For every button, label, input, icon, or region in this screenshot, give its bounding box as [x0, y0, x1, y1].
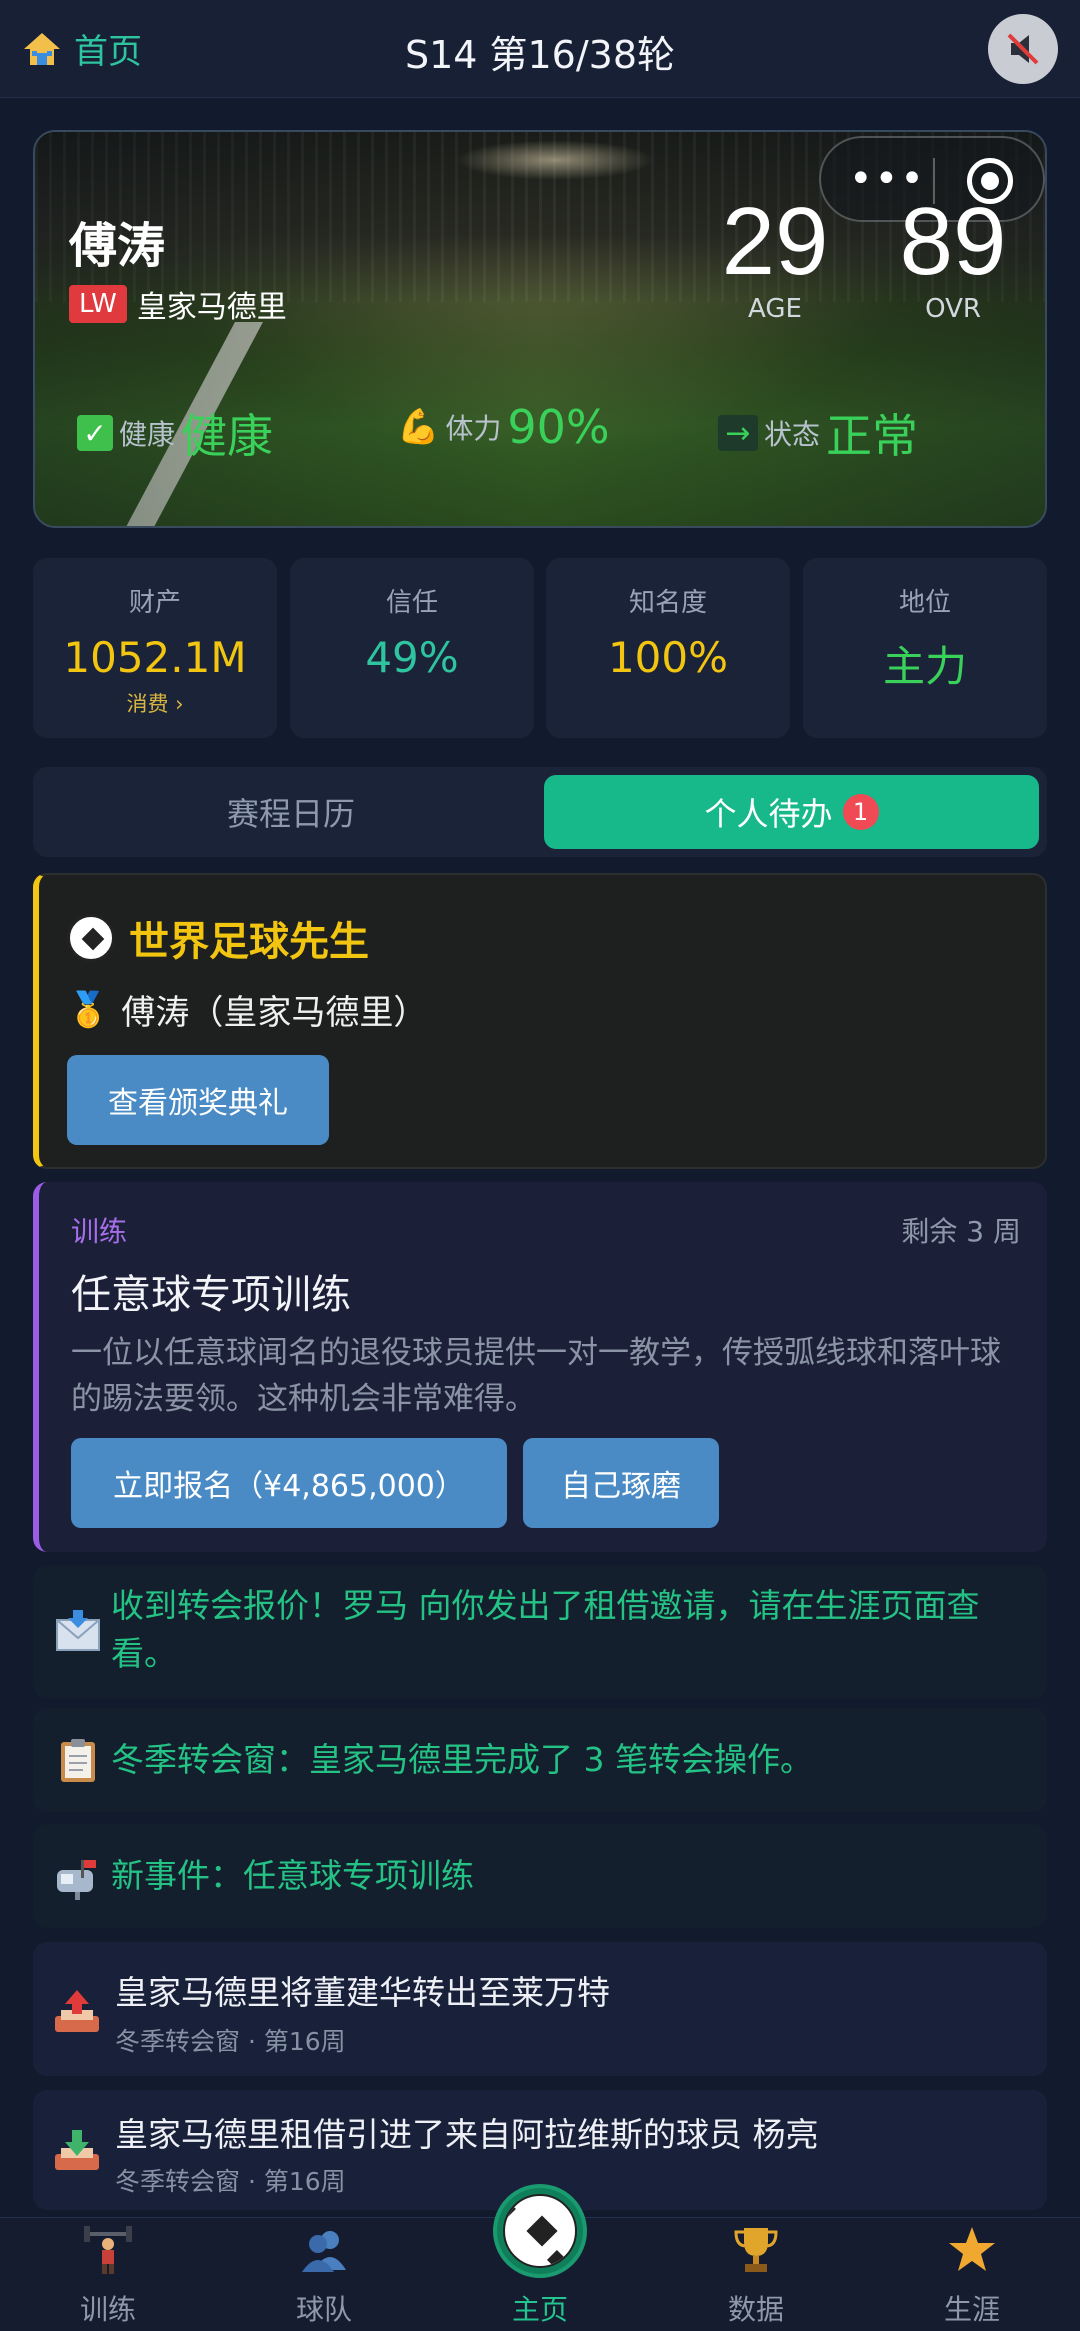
nav-label: 主页	[511, 2293, 568, 2326]
nav-item-data[interactable]: 数据	[648, 2218, 864, 2331]
weightlifter-icon	[84, 2226, 132, 2274]
outbox-icon	[55, 1990, 99, 2032]
stat-card-wealth[interactable]: 财产 1052.1M 消费 ›	[33, 558, 277, 738]
player-name: 傅涛	[69, 218, 166, 274]
event-meta: 冬季转会窗 · 第16周	[115, 2167, 346, 2196]
stat-value: 100%	[607, 633, 729, 682]
top-bar: 首页 S14 第16/38轮	[0, 0, 1080, 98]
view-ceremony-button[interactable]: 查看颁奖典礼	[67, 1055, 329, 1145]
notice-new-event[interactable]: 新事件：任意球专项训练	[33, 1824, 1047, 1928]
nav-item-career[interactable]: 生涯	[864, 2218, 1080, 2331]
award-card: 世界足球先生 🥇 傅涛（皇家马德里） 查看颁奖典礼	[33, 873, 1047, 1169]
club-name: 皇家马德里	[136, 290, 287, 325]
age-value: 29	[721, 188, 829, 295]
training-tag: 训练	[71, 1215, 128, 1248]
nav-item-training[interactable]: 训练	[0, 2218, 216, 2331]
notice-text: 收到转会报价！罗马 向你发出了租借邀请，请在生涯页面查看。	[111, 1586, 980, 1673]
training-title: 任意球专项训练	[71, 1272, 351, 1318]
inbox-icon	[55, 2130, 99, 2170]
event-text: 皇家马德里将董建华转出至莱万特	[115, 1973, 610, 2012]
mute-icon	[1007, 33, 1039, 65]
position-badge: LW	[69, 285, 127, 323]
stat-title: 财产	[128, 588, 181, 618]
age-label: AGE	[748, 294, 802, 324]
tab-schedule[interactable]: 赛程日历	[41, 775, 541, 849]
enroll-button[interactable]: 立即报名（¥4,865,000）	[71, 1438, 507, 1528]
notice-text: 新事件：任意球专项训练	[111, 1856, 474, 1895]
form-label: 状态	[764, 418, 821, 451]
stat-value: 49%	[365, 633, 459, 682]
envelope-icon	[56, 1610, 100, 1651]
health-label: 健康	[119, 418, 176, 451]
award-title-row: 世界足球先生	[67, 909, 369, 967]
todo-count-badge: 1	[842, 794, 879, 830]
stat-card-trust: 信任 49%	[290, 558, 534, 738]
clipboard-icon	[61, 1739, 95, 1782]
stat-title: 信任	[385, 588, 438, 618]
nav-label: 训练	[79, 2293, 136, 2326]
medal-icon: 🥇	[67, 989, 110, 1030]
home-nav-button[interactable]	[493, 2184, 587, 2278]
health-row: ✓ 健康 健康	[77, 400, 273, 466]
mute-button[interactable]	[988, 14, 1058, 84]
arrow-right-icon: →	[718, 415, 758, 451]
event-meta: 冬季转会窗 · 第16周	[115, 2027, 346, 2056]
consume-link[interactable]: 消费 ›	[33, 688, 277, 718]
soccer-ball-icon	[503, 2194, 577, 2268]
flexed-arm-icon: 💪	[397, 407, 440, 447]
player-position-row: LW 皇家马德里	[69, 282, 287, 326]
tab-todo[interactable]: 个人待办 1	[544, 775, 1039, 849]
event-text: 皇家马德里租借引进了来自阿拉维斯的球员 杨亮	[115, 2115, 819, 2154]
stat-title: 知名度	[628, 588, 707, 618]
award-title: 世界足球先生	[129, 919, 369, 965]
stat-value: 1052.1M	[63, 633, 247, 682]
stamina-row: 💪 体力 90%	[397, 400, 610, 454]
award-winner-row: 🥇 傅涛（皇家马德里）	[67, 985, 427, 1034]
transfer-event[interactable]: 皇家马德里将董建华转出至莱万特 冬季转会窗 · 第16周	[33, 1942, 1047, 2076]
trophy-icon	[734, 2228, 778, 2272]
stamina-label: 体力	[445, 412, 502, 445]
ovr-box: 89 OVR	[873, 188, 1033, 325]
stat-title: 地位	[898, 588, 951, 618]
tab-todo-label: 个人待办	[704, 795, 833, 833]
form-row: → 状态 正常	[718, 400, 918, 466]
form-value: 正常	[826, 409, 919, 463]
notice-window-summary[interactable]: 冬季转会窗：皇家马德里完成了 3 笔转会操作。	[33, 1708, 1047, 1812]
nav-label: 数据	[727, 2293, 784, 2326]
stat-card-fame: 知名度 100%	[546, 558, 790, 738]
stamina-value: 90%	[507, 400, 610, 454]
training-remaining: 剩余 3 周	[901, 1215, 1021, 1248]
round-title: S14 第16/38轮	[404, 33, 676, 77]
tab-schedule-label: 赛程日历	[226, 795, 355, 833]
self-study-button[interactable]: 自己琢磨	[523, 1438, 719, 1528]
nav-label: 球队	[295, 2293, 352, 2326]
award-winner: 傅涛（皇家马德里）	[121, 993, 428, 1033]
tab-bar: 赛程日历 个人待办 1	[33, 767, 1047, 857]
stat-card-status: 地位 主力	[803, 558, 1047, 738]
notice-text: 冬季转会窗：皇家马德里完成了 3 笔转会操作。	[111, 1740, 813, 1779]
soccer-ball-icon	[67, 914, 115, 962]
nav-item-team[interactable]: 球队	[216, 2218, 432, 2331]
training-card: 训练 剩余 3 周 任意球专项训练 一位以任意球闻名的退役球员提供一对一教学，传…	[33, 1182, 1047, 1552]
ovr-value: 89	[899, 188, 1007, 295]
ovr-label: OVR	[925, 294, 981, 324]
stat-value: 主力	[882, 642, 967, 691]
mailbox-icon	[57, 1860, 96, 1900]
team-icon	[302, 2231, 346, 2272]
star-icon	[949, 2227, 995, 2271]
training-description: 一位以任意球闻名的退役球员提供一对一教学，传授弧线球和落叶球的踢法要领。这种机会…	[71, 1335, 1001, 1417]
notice-transfer-offer[interactable]: 收到转会报价！罗马 向你发出了租借邀请，请在生涯页面查看。	[33, 1566, 1047, 1698]
health-value: 健康	[181, 409, 274, 463]
nav-label: 生涯	[943, 2293, 1000, 2326]
age-box: 29 AGE	[695, 188, 855, 325]
player-hero-card: 傅涛 LW 皇家马德里 ••• 29 AGE 89 OVR ✓ 健康 健康 💪 …	[33, 130, 1047, 528]
check-icon: ✓	[77, 415, 113, 451]
